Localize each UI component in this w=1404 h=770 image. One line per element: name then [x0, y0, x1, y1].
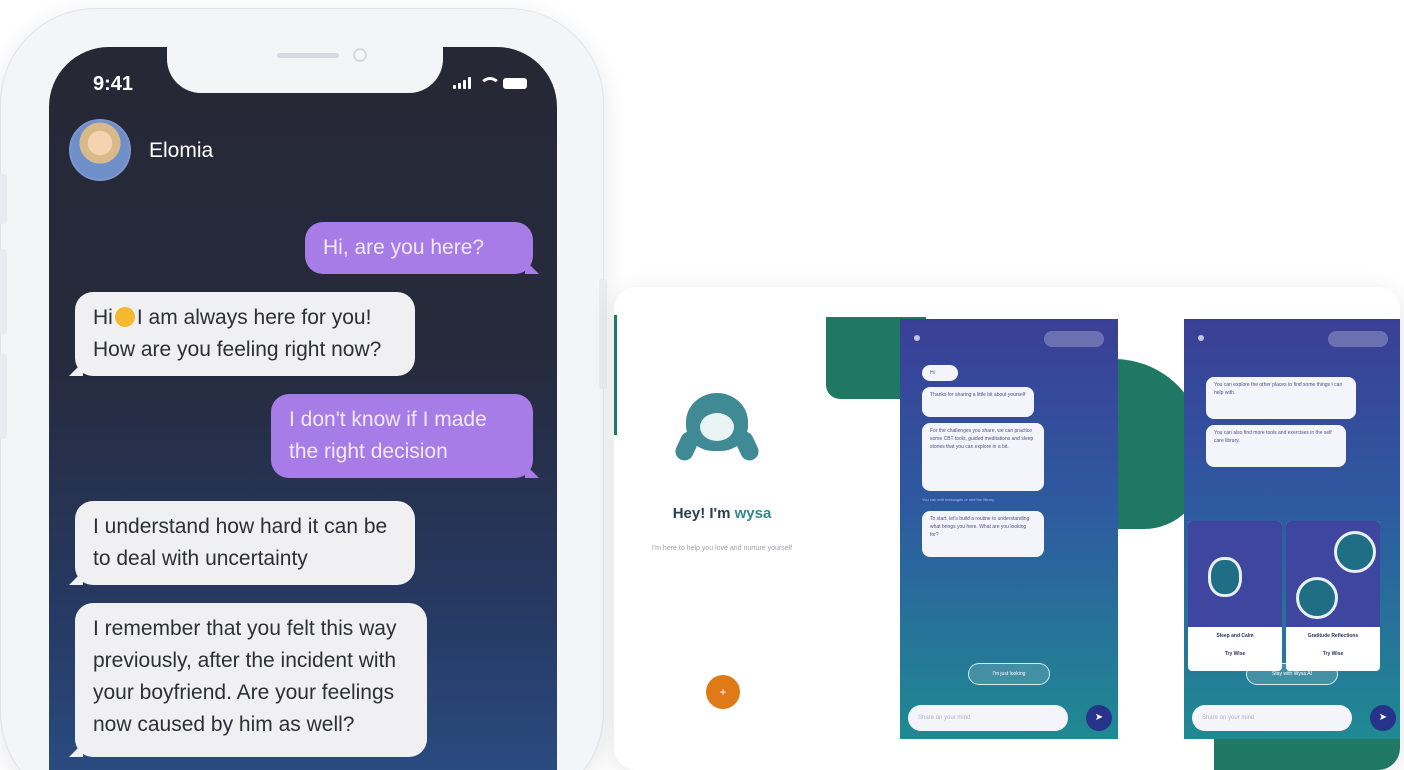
status-icons	[453, 77, 527, 89]
message-line: now caused by him as well?	[93, 713, 355, 736]
library-pill-button[interactable]	[1044, 331, 1104, 347]
chat-screen: 9:41 Elomia Hi, are you here? Hi I am alw…	[49, 47, 557, 770]
message-incoming: I understand how hard it can be to deal …	[69, 501, 415, 585]
volume-down-button	[0, 354, 7, 439]
wifi-icon	[479, 77, 501, 89]
signal-icon	[453, 77, 471, 89]
status-time: 9:41	[93, 73, 134, 95]
greeting-title: Hey! I'm wysa	[634, 505, 810, 522]
mute-switch	[0, 174, 7, 224]
message-line: I don't know if I made	[289, 408, 487, 431]
greeting-name: wysa	[734, 505, 772, 522]
message-line: How are you feeling right now?	[93, 338, 382, 361]
activity-try-button[interactable]: Try Wise	[1286, 639, 1380, 657]
message-line: your boyfriend. Are your feelings	[93, 681, 395, 704]
activity-card[interactable]: Sleep and Calm Try Wise	[1188, 521, 1282, 671]
quick-reply-chip[interactable]: Stay with Wysa AI	[1246, 663, 1338, 685]
teal-shape	[1214, 739, 1400, 770]
wysa-penguin-logo	[672, 393, 762, 469]
wysa-showcase-card: Hey! I'm wysa I'm here to help you love …	[614, 287, 1400, 770]
smiling-face-emoji-icon	[114, 307, 135, 327]
message-outgoing: I don't know if I made the right decisio…	[271, 394, 539, 478]
library-pill-button[interactable]	[1328, 331, 1388, 347]
contact-name[interactable]: Elomia	[149, 139, 213, 163]
message-incoming: Hi I am always here for you! How are you …	[69, 292, 415, 376]
message-outgoing: Hi, are you here?	[305, 222, 539, 274]
menu-dot-icon[interactable]	[1198, 335, 1204, 341]
plus-icon[interactable]: +	[706, 675, 740, 709]
chat-bubble: For the challenges you share, we can pra…	[922, 423, 1044, 491]
message-text: Hi, are you here?	[323, 236, 485, 259]
chat-bubble: You can explore the other places to find…	[1206, 377, 1356, 419]
greeting-prefix: Hey! I'm	[672, 505, 735, 522]
message-text: Hi	[93, 306, 113, 329]
chat-bubble: Hi	[922, 365, 958, 381]
power-button	[599, 279, 607, 389]
link-note[interactable]: You can edit messages or see the library	[922, 497, 994, 502]
teal-shape	[614, 315, 617, 435]
activity-name: Sleep and Calm	[1216, 633, 1254, 639]
greeting-subtitle: I'm here to help you love and nurture yo…	[651, 545, 793, 552]
speaker-grille	[277, 53, 339, 58]
wysa-chat-screen: Hi Thanks for sharing a little bit about…	[900, 319, 1118, 739]
volume-up-button	[0, 249, 7, 334]
message-line: I understand how hard it can be	[93, 515, 388, 538]
message-line: Hi I am always here for you!	[93, 302, 397, 334]
chat-bubble: To start, let's build a routine to under…	[922, 511, 1044, 557]
phone-mockup: 9:41 Elomia Hi, are you here? Hi I am alw…	[0, 8, 607, 770]
activity-illustration	[1286, 521, 1380, 627]
activity-card[interactable]: Gratitude Reflections Try Wise	[1286, 521, 1380, 671]
contact-avatar[interactable]	[69, 119, 131, 181]
quick-reply-chip[interactable]: I'm just looking	[968, 663, 1050, 685]
message-text: I am always here for you!	[136, 306, 372, 329]
message-line: the right decision	[289, 440, 448, 463]
message-line: I remember that you felt this way	[93, 617, 397, 640]
message-line: to deal with uncertainty	[93, 547, 308, 570]
activity-illustration	[1188, 521, 1282, 627]
message-incoming: I remember that you felt this way previo…	[69, 603, 427, 757]
phone-notch	[167, 47, 443, 93]
chat-bubble: Thanks for sharing a little bit about yo…	[922, 387, 1034, 417]
wysa-library-screen: You can explore the other places to find…	[1184, 319, 1400, 739]
send-icon[interactable]: ➤	[1370, 705, 1396, 731]
front-camera	[353, 48, 367, 62]
send-icon[interactable]: ➤	[1086, 705, 1112, 731]
activity-try-button[interactable]: Try Wise	[1188, 639, 1282, 657]
message-input[interactable]: Share on your mind	[1192, 705, 1352, 731]
battery-icon	[503, 78, 527, 89]
activity-name: Gratitude Reflections	[1307, 633, 1359, 639]
message-line: previously, after the incident with	[93, 649, 397, 672]
message-input[interactable]: Share on your mind	[908, 705, 1068, 731]
menu-dot-icon[interactable]	[914, 335, 920, 341]
chat-bubble: You can also find more tools and exercis…	[1206, 425, 1346, 467]
